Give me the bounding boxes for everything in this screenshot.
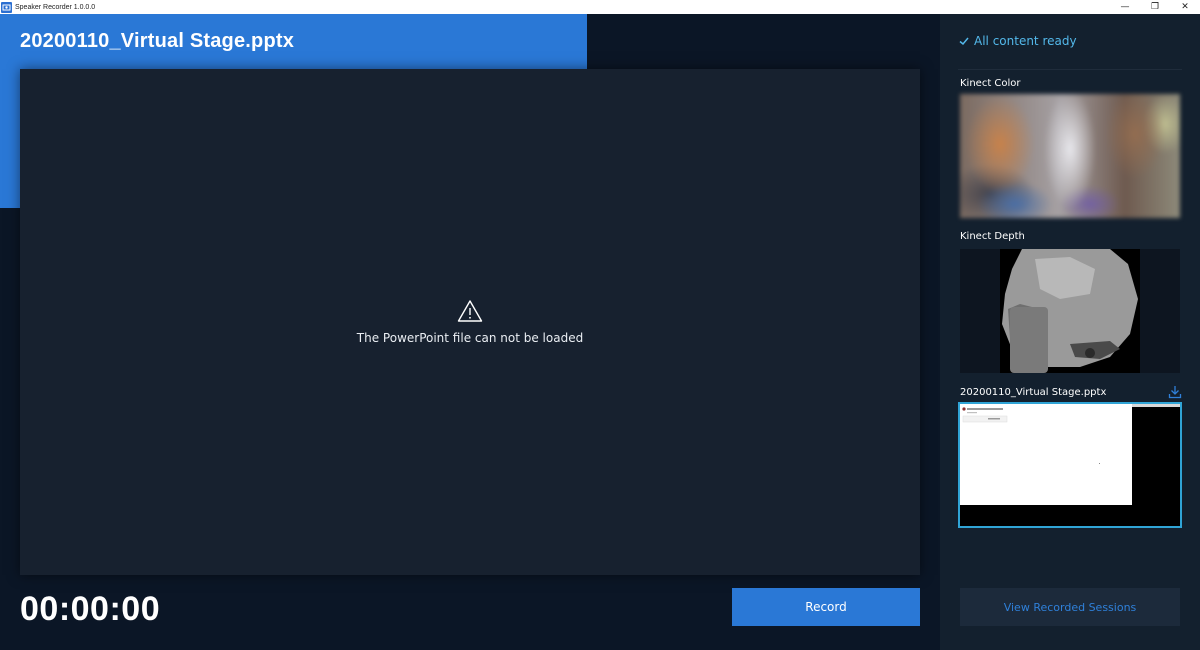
close-button[interactable]: ✕ [1170,0,1200,14]
warning-triangle-icon [457,300,483,322]
view-recorded-sessions-button[interactable]: View Recorded Sessions [960,588,1180,626]
window-title: Speaker Recorder 1.0.0.0 [15,3,96,11]
document-title: 20200110_Virtual Stage.pptx [20,30,295,52]
app-logo-icon [1,1,12,13]
status-text: All content ready [974,34,1077,48]
recording-timer: 00:00:00 [20,590,161,628]
pptx-preview[interactable] [958,402,1182,528]
pptx-file-label: 20200110_Virtual Stage.pptx [960,386,1107,398]
pptx-row: 20200110_Virtual Stage.pptx [960,385,1182,399]
kinect-depth-label: Kinect Depth [960,231,1025,242]
main-area: 20200110_Virtual Stage.pptx The PowerPoi… [0,14,940,650]
window-controls: — ❐ ✕ [1110,0,1200,14]
error-text: The PowerPoint file can not be loaded [356,331,584,345]
load-error-message: The PowerPoint file can not be loaded [20,299,920,345]
kinect-depth-preview[interactable] [960,249,1180,373]
record-button[interactable]: Record [732,588,920,626]
kinect-color-preview[interactable] [960,94,1180,218]
sources-panel: All content ready Kinect Color Kinect De… [940,14,1200,650]
depth-image [960,249,1180,373]
slide-preview-image [960,404,1180,526]
content-status: All content ready [958,34,1077,48]
minimize-button[interactable]: — [1110,0,1140,14]
checkmark-icon [959,37,969,46]
presentation-stage: The PowerPoint file can not be loaded [20,69,920,575]
kinect-color-label: Kinect Color [960,78,1021,89]
status-divider [958,69,1182,70]
download-icon[interactable] [1168,385,1182,399]
restore-button[interactable]: ❐ [1140,0,1170,14]
window-titlebar: Speaker Recorder 1.0.0.0 — ❐ ✕ [0,0,1200,14]
